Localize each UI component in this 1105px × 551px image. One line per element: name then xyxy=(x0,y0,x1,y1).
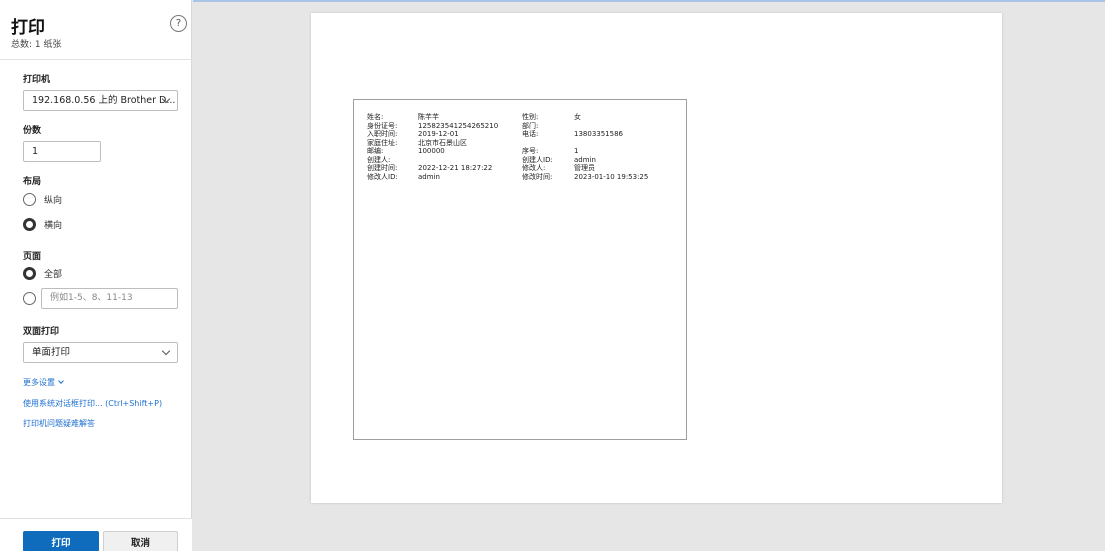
field-value: 125823541254265210 xyxy=(418,121,499,130)
field-value: 100000 xyxy=(418,147,445,155)
layout-portrait-option[interactable]: 纵向 xyxy=(23,191,62,207)
field-key: 身份证号: xyxy=(367,121,398,130)
more-settings-label: 更多设置 xyxy=(23,378,55,387)
field-key: 家庭住址: xyxy=(367,138,398,147)
troubleshoot-link[interactable]: 打印机问题疑难解答 xyxy=(23,418,95,429)
field-key: 入职时间: xyxy=(367,130,398,138)
cancel-button[interactable]: 取消 xyxy=(103,531,178,551)
printer-select[interactable]: 192.168.0.56 上的 Brother D... xyxy=(23,90,178,111)
printer-value: 192.168.0.56 上的 Brother D... xyxy=(32,95,176,106)
chevron-down-icon xyxy=(161,346,171,356)
print-button[interactable]: 打印 xyxy=(23,531,99,551)
field-value: 2023-01-10 19:53:25 xyxy=(574,172,649,181)
layout-label: 布局 xyxy=(23,177,42,187)
print-settings-panel: 打印 总数: 1 纸张 ? 打印机 192.168.0.56 上的 Brothe… xyxy=(0,0,192,551)
field-key: 修改时间: xyxy=(522,172,553,181)
field-key: 电话: xyxy=(522,130,539,138)
field-value: 1 xyxy=(574,147,579,155)
field-key: 创建人: xyxy=(367,155,391,164)
sheet-count: 总数: 1 纸张 xyxy=(11,40,62,50)
duplex-select[interactable]: 单面打印 xyxy=(23,342,178,363)
top-accent-line xyxy=(193,0,1105,2)
radio-page-range[interactable] xyxy=(23,291,36,305)
field-value: 北京市石景山区 xyxy=(418,138,467,147)
copies-input[interactable]: 1 xyxy=(23,141,101,162)
field-value: 13803351586 xyxy=(574,130,623,138)
field-value: 2022-12-21 18:27:22 xyxy=(418,164,493,172)
printer-label: 打印机 xyxy=(23,75,51,85)
print-title: 打印 xyxy=(11,18,45,38)
chevron-down-icon xyxy=(58,378,64,384)
page-range-input[interactable]: 例如1-5、8、11-13 xyxy=(41,288,178,309)
more-settings-link[interactable]: 更多设置 xyxy=(23,377,64,388)
field-key: 序号: xyxy=(522,147,539,155)
field-key: 创建时间: xyxy=(367,164,398,172)
field-value: admin xyxy=(574,155,596,164)
pages-all-option[interactable]: 全部 xyxy=(23,265,62,281)
panel-header: 打印 总数: 1 纸张 ? xyxy=(0,0,192,60)
panel-footer: 打印 取消 xyxy=(0,518,192,551)
preview-page: 姓名: 陈芊芊 性别: 女身份证号: 125823541254265210 部门: 入职时间… xyxy=(311,13,1002,503)
pages-label: 页面 xyxy=(23,252,42,262)
system-dialog-link[interactable]: 使用系统对话框打印... (Ctrl+Shift+P) xyxy=(23,398,162,409)
field-value: 2019-12-01 xyxy=(418,130,459,138)
field-key: 部门: xyxy=(522,121,539,130)
print-preview-area: 姓名: 陈芊芊 性别: 女身份证号: 125823541254265210 部门: 入职时间… xyxy=(193,0,1105,551)
field-key: 邮编: xyxy=(367,147,384,155)
layout-landscape-option[interactable]: 横向 xyxy=(23,216,62,232)
copies-label: 份数 xyxy=(23,126,42,136)
radio-portrait[interactable] xyxy=(23,192,36,206)
field-key: 修改人ID: xyxy=(367,172,398,181)
duplex-value: 单面打印 xyxy=(32,347,71,358)
field-key: 创建人ID: xyxy=(522,155,553,164)
field-value: 管理员 xyxy=(574,164,595,172)
field-value: admin xyxy=(418,172,440,181)
field-value: 女 xyxy=(574,113,581,121)
field-key: 姓名: xyxy=(367,113,384,121)
pages-range-option[interactable] xyxy=(23,290,36,306)
radio-all-pages[interactable] xyxy=(23,266,36,280)
field-key: 性别: xyxy=(522,113,539,121)
record-sheet: 姓名: 陈芊芊 性别: 女身份证号: 125823541254265210 部门: 入职时间… xyxy=(353,99,687,440)
landscape-label: 横向 xyxy=(44,220,63,231)
help-icon[interactable]: ? xyxy=(170,15,187,32)
all-pages-label: 全部 xyxy=(44,269,63,280)
portrait-label: 纵向 xyxy=(44,195,63,206)
radio-landscape[interactable] xyxy=(23,217,36,231)
field-value: 陈芊芊 xyxy=(418,113,439,121)
field-key: 修改人: xyxy=(522,164,546,172)
duplex-label: 双面打印 xyxy=(23,327,60,337)
